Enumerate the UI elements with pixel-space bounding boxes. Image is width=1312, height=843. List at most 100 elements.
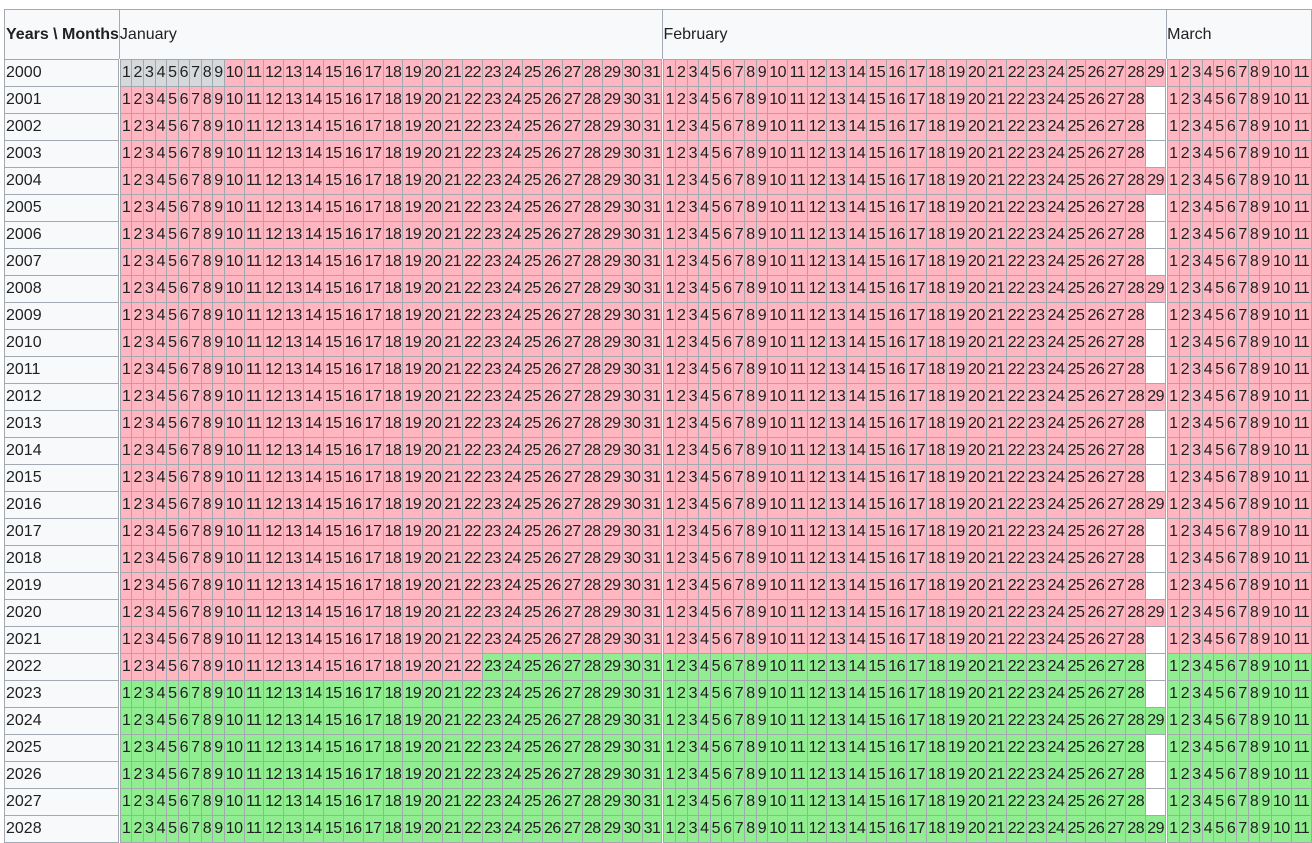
- day-cell: 14: [846, 410, 868, 438]
- day-cell: 11: [1290, 653, 1312, 681]
- day-cell: 10: [767, 194, 789, 222]
- day-cell: 2: [674, 437, 688, 465]
- day-cell: 8: [744, 410, 757, 438]
- day-cell: 26: [541, 491, 563, 519]
- day-cell: 7: [732, 761, 746, 789]
- day-cell: 24: [502, 113, 523, 141]
- day-cell: 22: [1005, 626, 1027, 654]
- day-cell: 5: [709, 653, 723, 681]
- day-cell: 5: [709, 194, 723, 222]
- day-cell: 15: [322, 383, 344, 411]
- day-cell: 7: [732, 59, 746, 87]
- day-cell: 14: [846, 599, 868, 627]
- day-cell: 17: [906, 491, 928, 519]
- day-cell: 25: [521, 788, 543, 816]
- day-cell: 19: [402, 653, 424, 681]
- day-cell: 23: [482, 491, 504, 519]
- day-cell: 12: [263, 221, 284, 249]
- table-row: 2025 1 2 3 4 5 6 7 8 9 10 11 12 13 14 15 16 17 18 19 20 21 22 2…: [4, 734, 1312, 762]
- day-cell: 6: [177, 140, 191, 168]
- day-cell: 16: [342, 113, 364, 141]
- day-cell: 27: [561, 437, 583, 465]
- day-cell: 3: [1190, 437, 1203, 465]
- day-cell: 22: [462, 302, 484, 330]
- day-cell: 7: [1236, 626, 1249, 654]
- day-cell: 24: [502, 653, 523, 681]
- day-cell: 5: [709, 167, 723, 195]
- day-cell: 11: [1290, 302, 1312, 330]
- day-cell: 14: [846, 626, 868, 654]
- day-cell: 7: [189, 194, 202, 222]
- day-cell: 18: [926, 653, 947, 681]
- day-cell: 10: [223, 734, 245, 762]
- day-cell: 12: [806, 464, 828, 492]
- day-cell: 6: [177, 626, 191, 654]
- day-cell: 8: [744, 734, 757, 762]
- day-cell: 1: [117, 410, 133, 438]
- day-cell: 22: [462, 221, 484, 249]
- day-cell: 6: [1224, 167, 1238, 195]
- day-cell: 12: [806, 59, 828, 87]
- day-cell: 1: [117, 275, 133, 303]
- day-cell: 17: [362, 167, 384, 195]
- day-cell: 10: [223, 545, 245, 573]
- day-cell: 11: [243, 410, 265, 438]
- day-cell: 14: [302, 140, 324, 168]
- day-cell: 27: [561, 248, 583, 276]
- day-cell: 5: [166, 653, 179, 681]
- day-cell: 17: [362, 383, 384, 411]
- day-cell: 12: [806, 815, 828, 843]
- day-cell: 10: [223, 437, 245, 465]
- day-cell: 6: [1224, 383, 1238, 411]
- day-cell: 24: [1045, 356, 1067, 384]
- day-cell: 11: [787, 356, 808, 384]
- day-cell: 18: [926, 626, 947, 654]
- day-cell: 18: [926, 464, 947, 492]
- day-cell: 9: [755, 410, 769, 438]
- day-cell: 9: [1259, 464, 1272, 492]
- day-cell: 21: [442, 410, 464, 438]
- day-cell: 4: [154, 518, 168, 546]
- day-cell: 15: [322, 248, 344, 276]
- day-cell: 5: [709, 410, 723, 438]
- day-cell: 4: [154, 707, 168, 735]
- day-cell: 24: [502, 437, 523, 465]
- day-cell: 1: [1165, 275, 1180, 303]
- day-cell: 7: [1236, 464, 1249, 492]
- day-cell: 27: [561, 599, 583, 627]
- day-cell: 25: [1065, 464, 1087, 492]
- day-cell: 3: [1190, 302, 1203, 330]
- day-cell: 4: [154, 167, 168, 195]
- day-cell: 14: [302, 437, 324, 465]
- day-cell: 4: [154, 140, 168, 168]
- day-cell: 27: [561, 518, 583, 546]
- day-cell: 8: [200, 302, 214, 330]
- day-cell: 3: [1190, 383, 1203, 411]
- day-cell: 12: [263, 113, 284, 141]
- day-cell: 26: [1085, 383, 1107, 411]
- day-cell: 2: [674, 491, 688, 519]
- day-cell: 13: [826, 626, 848, 654]
- day-cell: 6: [1224, 140, 1238, 168]
- day-cell: 2: [674, 572, 688, 600]
- day-cell: 2: [131, 572, 144, 600]
- day-cell: 2: [1178, 59, 1192, 87]
- day-cell: 10: [223, 410, 245, 438]
- day-cell: 20: [422, 464, 444, 492]
- day-cell: 22: [1005, 815, 1027, 843]
- day-cell: 22: [462, 86, 484, 114]
- day-cell: 3: [686, 599, 700, 627]
- day-cell: 26: [541, 356, 563, 384]
- day-cell: 16: [342, 356, 364, 384]
- day-cell: 1: [661, 734, 676, 762]
- year-label: 2019: [4, 572, 120, 600]
- day-cell: 27: [1105, 410, 1127, 438]
- day-cell: 6: [721, 113, 734, 141]
- day-cell: 23: [482, 194, 504, 222]
- day-cell: 10: [767, 59, 789, 87]
- day-cell: 6: [721, 167, 734, 195]
- day-cell: 16: [342, 788, 364, 816]
- day-cell: 1: [117, 680, 133, 708]
- day-cell: 31: [641, 761, 664, 789]
- day-cell: 28: [1125, 275, 1147, 303]
